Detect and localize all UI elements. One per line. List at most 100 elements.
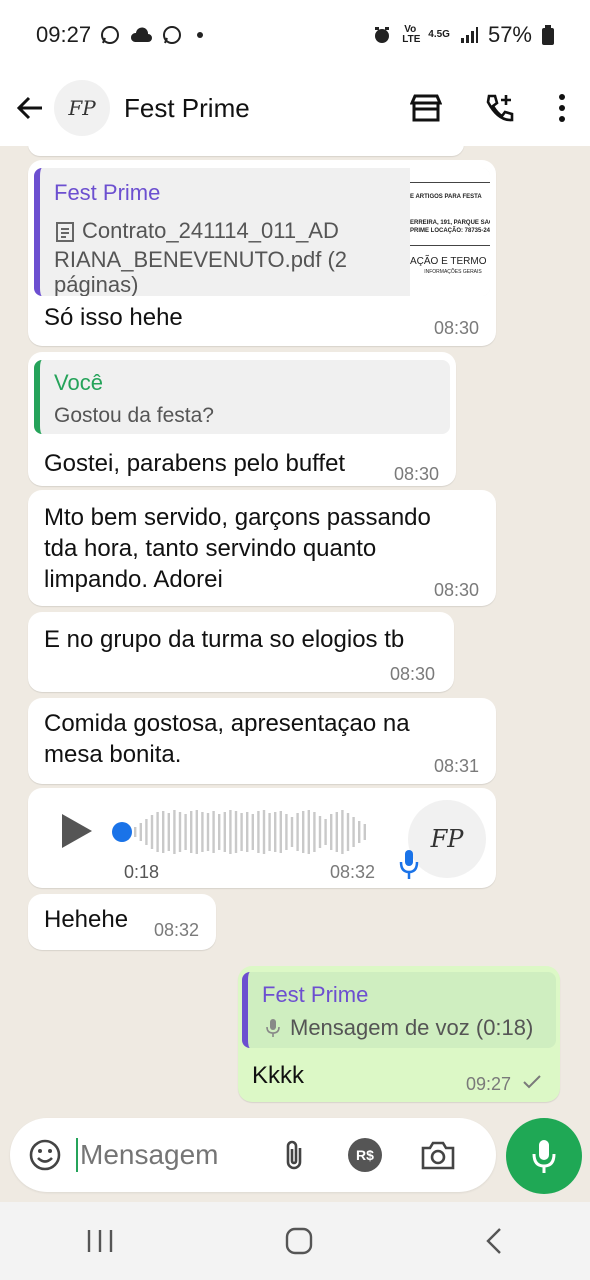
battery-percent: 57% [487,22,532,47]
add-call-icon[interactable] [484,92,516,124]
quoted-document[interactable]: Fest Prime Contrato_241114_011_AD RIANA_… [34,168,490,296]
recent-apps-icon[interactable] [86,1228,114,1254]
waveform-bar [167,813,170,851]
mic-icon [399,850,419,879]
message-text: Kkkk [252,1062,305,1089]
payment-label: R$ [356,1147,374,1163]
waveform-bar [307,810,310,854]
message-time: 09:27 [466,1074,512,1094]
payment-icon[interactable]: R$ [348,1138,382,1172]
mic-small-icon [266,1019,280,1037]
home-icon[interactable] [285,1227,313,1255]
waveform-bar [201,812,204,852]
waveform-bar [251,814,254,850]
document-icon [56,222,74,242]
waveform-bar [223,812,226,852]
waveform-bar [162,811,165,853]
message-time: 08:30 [390,664,436,684]
network-type: 4.5G [428,29,450,40]
message-text: E no grupo da turma so elogios tb [44,626,405,653]
message-text-line-2: mesa bonita. [44,741,182,768]
message-text: Hehehe [44,906,129,933]
doc-name-line-3: páginas) [54,272,139,296]
sent-check-icon [523,1075,541,1089]
voice-duration: 0:18 [124,862,160,882]
outgoing-message-bubble[interactable]: Fest Prime Mensagem de voz (0:18) Kkkk 0… [238,966,560,1102]
status-time: 09:27 [36,22,92,47]
waveform-bar [145,819,148,845]
message-input[interactable] [80,1139,270,1171]
thumb-text-3: PRIME LOCAÇÃO: 78735-244 [410,228,490,234]
more-options-icon[interactable] [558,93,566,123]
message-bubble[interactable]: Você Gostou da festa? Gostei, parabens p… [28,352,456,486]
waveform-bar [257,811,260,853]
waveform-bar [296,813,299,851]
voice-message-bubble[interactable]: 0:18 08:32 FP [28,788,496,888]
message-list[interactable]: Fest Prime Contrato_241114_011_AD RIANA_… [0,146,590,1116]
quote-author: Fest Prime [54,180,161,205]
waveform-bar [279,811,282,853]
waveform-bar [358,821,361,843]
back-button[interactable] [10,93,50,123]
camera-icon[interactable] [420,1139,456,1171]
message-bubble-partial[interactable] [28,146,464,156]
play-icon[interactable] [60,812,94,850]
waveform-bar [318,816,322,848]
waveform-bar [363,824,366,840]
store-icon[interactable] [410,93,442,123]
message-bubble[interactable]: Hehehe 08:32 [28,894,216,950]
waveform-bar [240,813,243,851]
quote-author: Fest Prime [262,982,369,1007]
contact-name[interactable]: Fest Prime [124,93,250,124]
quoted-message[interactable]: Você Gostou da festa? [34,360,450,434]
waveform-bar [302,811,305,853]
message-text-line-1: Comida gostosa, apresentaçao na [44,710,410,737]
message-bubble[interactable]: Fest Prime Contrato_241114_011_AD RIANA_… [28,160,496,346]
quote-text: Gostou da festa? [54,404,214,427]
avatar-monogram: FP [430,825,464,853]
message-bubble[interactable]: E no grupo da turma so elogios tb 08:30 [28,612,454,692]
document-thumbnail[interactable]: E ARTIGOS PARA FESTA ERREIRA, 191, PARQU… [410,168,490,296]
waveform-bar [190,811,193,853]
emoji-icon[interactable] [28,1138,62,1172]
quote-document-name: Contrato_241114_011_AD [82,217,339,245]
status-bar: 09:27 Vo LTE 4.5G 57% [0,0,590,70]
nav-back-icon[interactable] [484,1227,504,1255]
contact-avatar[interactable]: FP [54,80,110,136]
waveform-bar [195,810,198,854]
waveform-bar [218,814,221,850]
waveform-bar [156,812,159,852]
waveform-bar [285,814,288,850]
voice-progress-knob[interactable] [112,822,132,842]
message-time: 08:30 [394,464,440,484]
voice-record-button[interactable] [506,1118,582,1194]
quoted-voice-message[interactable]: Fest Prime Mensagem de voz (0:18) [242,972,556,1048]
message-bubble[interactable]: Comida gostosa, apresentaçao na mesa bon… [28,698,496,784]
waveform-bar [184,814,187,850]
waveform-bar [212,811,215,853]
mic-icon [532,1140,556,1173]
waveform-bar [268,813,271,851]
attach-icon[interactable] [282,1138,306,1172]
waveform-bar [139,823,142,841]
message-bubble[interactable]: Mto bem servido, garçons passando tda ho… [28,490,496,606]
thumb-text-2: ERREIRA, 191, PARQUE SAGRADA F [410,220,490,226]
message-text-line-3: limpando. Adorei [44,566,223,593]
message-composer: R$ [10,1118,496,1192]
voice-waveform[interactable] [134,808,374,856]
quote-text: Mensagem de voz (0:18) [290,1015,534,1040]
signal-icon [460,27,478,43]
thumb-text-1: E ARTIGOS PARA FESTA [410,194,482,200]
whatsapp-icon [101,26,120,44]
waveform-bar [346,813,350,851]
waveform-bar [313,812,316,852]
text-cursor [76,1138,78,1172]
waveform-bar [290,817,294,847]
waveform-bar [134,827,137,837]
thumb-text-4: AÇÃO E TERMO DE [410,256,490,267]
whatsapp-icon-2 [163,26,182,44]
waveform-bar [352,817,355,847]
doc-name-line-1: Contrato_241114_011_AD [82,218,339,243]
system-nav-bar [0,1202,590,1280]
waveform-bar [178,812,182,852]
